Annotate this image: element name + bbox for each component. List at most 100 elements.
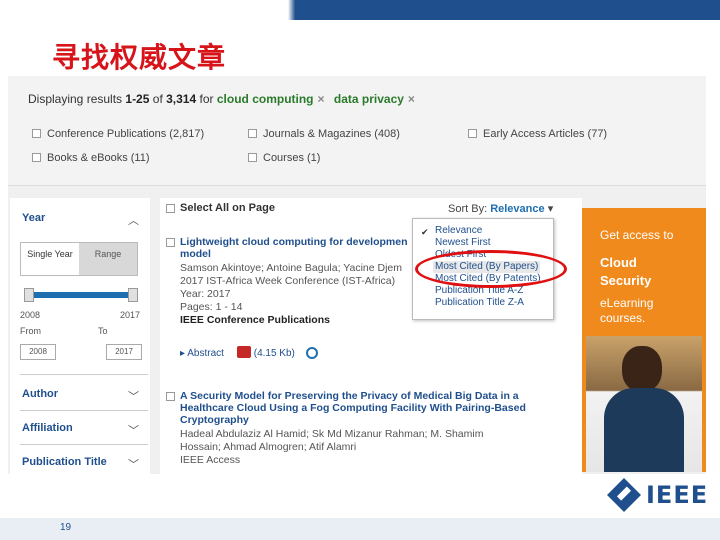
- filter-label: Conference Publications (2,817): [47, 128, 205, 140]
- ad-headline-line: Security: [600, 273, 652, 288]
- title-line[interactable]: A Security Model for Preserving the Priv…: [180, 390, 526, 402]
- remove-term-icon[interactable]: ×: [318, 92, 325, 106]
- divider: [20, 374, 148, 375]
- year-min-label: 2008: [20, 310, 41, 320]
- ad-subline-line: courses.: [600, 311, 646, 325]
- facet-sidebar: Year ︿ Single Year Range 2008 2017 From …: [10, 198, 150, 474]
- title-line[interactable]: Lightweight cloud computing for developm…: [180, 236, 408, 248]
- search-term-chip[interactable]: data privacy: [334, 92, 404, 106]
- result-publisher: IEEE Conference Publications: [180, 314, 330, 326]
- chevron-down-icon[interactable]: ﹀: [128, 456, 139, 472]
- result-title[interactable]: A Security Model for Preserving the Priv…: [180, 390, 526, 426]
- from-label: From: [20, 326, 41, 336]
- ad-line-1: Get access to: [600, 228, 674, 242]
- pdf-icon[interactable]: [236, 346, 251, 358]
- results-for: for: [199, 92, 214, 106]
- chevron-down-icon[interactable]: ﹀: [128, 422, 139, 438]
- filter-journals[interactable]: Journals & Magazines (408): [248, 128, 400, 140]
- year-mode-toggle[interactable]: Single Year Range: [20, 242, 138, 276]
- sort-label: Sort By:: [448, 203, 488, 215]
- divider: [20, 410, 148, 411]
- year-max-label: 2017: [120, 310, 141, 320]
- checkbox[interactable]: [468, 129, 477, 138]
- copyright-icon[interactable]: [305, 347, 318, 359]
- top-banner-stripe: [273, 0, 720, 20]
- facet-affiliation[interactable]: Affiliation: [22, 422, 73, 434]
- checkbox[interactable]: [248, 129, 257, 138]
- checkbox[interactable]: [32, 129, 41, 138]
- divider: [20, 444, 148, 445]
- caret-down-icon[interactable]: ▾: [548, 203, 554, 215]
- pdf-size: (4.15 Kb): [253, 348, 295, 359]
- ieee-diamond-icon: [607, 478, 641, 512]
- cloud-security-ad[interactable]: Get access to Cloud Security eLearning c…: [582, 208, 706, 472]
- ad-photo-person: [622, 346, 662, 392]
- caret-right-icon[interactable]: ▸: [180, 348, 185, 359]
- filter-early-access[interactable]: Early Access Articles (77): [468, 128, 607, 140]
- checkbox[interactable]: [248, 153, 257, 162]
- select-all-label[interactable]: Select All on Page: [180, 202, 275, 214]
- to-label: To: [98, 326, 108, 336]
- ad-headline: Cloud Security: [600, 254, 651, 290]
- ad-subline: eLearning courses.: [600, 296, 653, 326]
- slide-title: 寻找权威文章: [52, 41, 227, 74]
- ieee-logo-text: IEEE: [646, 481, 709, 509]
- filter-books[interactable]: Books & eBooks (11): [32, 152, 150, 164]
- slider-handle-max[interactable]: [128, 288, 138, 302]
- sort-option-newest[interactable]: Newest First: [435, 237, 491, 249]
- sort-option-title-za[interactable]: Publication Title Z-A: [435, 297, 524, 309]
- from-year-input[interactable]: 2008: [20, 344, 56, 360]
- slider-handle-min[interactable]: [24, 288, 34, 302]
- title-line[interactable]: Cryptography: [180, 414, 526, 426]
- facet-year-heading[interactable]: Year: [22, 212, 45, 224]
- filter-label: Courses (1): [263, 152, 321, 164]
- result-checkbox[interactable]: [166, 392, 175, 401]
- footer-band: [0, 518, 720, 540]
- results-summary: Displaying results 1-25 of 3,314 for clo…: [28, 92, 421, 106]
- results-total: 3,314: [166, 92, 197, 106]
- chevron-down-icon[interactable]: ﹀: [128, 388, 139, 404]
- ad-subline-line: eLearning: [600, 296, 654, 310]
- result-authors[interactable]: Hossain; Ahmad Almogren; Atif Alamri: [180, 441, 356, 453]
- chevron-up-icon[interactable]: ︿: [128, 212, 139, 228]
- result-publisher: IEEE Access: [180, 454, 241, 466]
- filter-courses[interactable]: Courses (1): [248, 152, 320, 164]
- title-line[interactable]: model: [180, 248, 408, 260]
- abstract-toggle[interactable]: ▸ Abstract (4.15 Kb): [180, 346, 318, 359]
- remove-term-icon[interactable]: ×: [408, 92, 415, 106]
- results-of: of: [152, 92, 163, 106]
- result-authors[interactable]: Samson Akintoye; Antoine Bagula; Yacine …: [180, 262, 402, 274]
- check-icon: ✔: [421, 227, 429, 237]
- facet-publication-title[interactable]: Publication Title: [22, 456, 107, 468]
- sort-control[interactable]: Sort By: Relevance ▾: [448, 202, 553, 215]
- top-banner: [0, 0, 720, 20]
- result-pages: Pages: 1 - 14: [180, 301, 243, 313]
- page-number: 19: [60, 522, 72, 533]
- filter-label: Journals & Magazines (408): [263, 128, 400, 140]
- filter-label: Books & eBooks (11): [47, 152, 150, 164]
- result-title[interactable]: Lightweight cloud computing for developm…: [180, 236, 408, 260]
- search-term-chip[interactable]: cloud computing: [217, 92, 314, 106]
- ad-headline-line: Cloud: [600, 255, 637, 270]
- facet-author[interactable]: Author: [22, 388, 58, 400]
- checkbox[interactable]: [32, 153, 41, 162]
- sort-value[interactable]: Relevance: [490, 203, 544, 215]
- result-venue[interactable]: 2017 IST-Africa Week Conference (IST-Afr…: [180, 275, 395, 287]
- results-prefix: Displaying results: [28, 92, 123, 106]
- abstract-label[interactable]: Abstract: [187, 348, 224, 359]
- results-range: 1-25: [125, 92, 150, 106]
- to-year-input[interactable]: 2017: [106, 344, 142, 360]
- ieee-logo: IEEE: [607, 478, 709, 512]
- ad-photo-person-body: [604, 388, 684, 472]
- result-authors[interactable]: Hadeal Abdulaziz Al Hamid; Sk Md Mizanur…: [180, 428, 483, 440]
- select-all-checkbox[interactable]: [166, 204, 175, 213]
- filter-label: Early Access Articles (77): [483, 128, 608, 140]
- year-range-slider[interactable]: [28, 292, 132, 298]
- range-tab[interactable]: Range: [79, 243, 137, 275]
- filter-conference[interactable]: Conference Publications (2,817): [32, 128, 204, 140]
- title-line[interactable]: Healthcare Cloud Using a Fog Computing F…: [180, 402, 526, 414]
- sort-option-relevance[interactable]: Relevance: [435, 225, 482, 237]
- result-checkbox[interactable]: [166, 238, 175, 247]
- single-year-tab[interactable]: Single Year: [21, 243, 79, 275]
- results-header: Displaying results 1-25 of 3,314 for clo…: [8, 76, 706, 186]
